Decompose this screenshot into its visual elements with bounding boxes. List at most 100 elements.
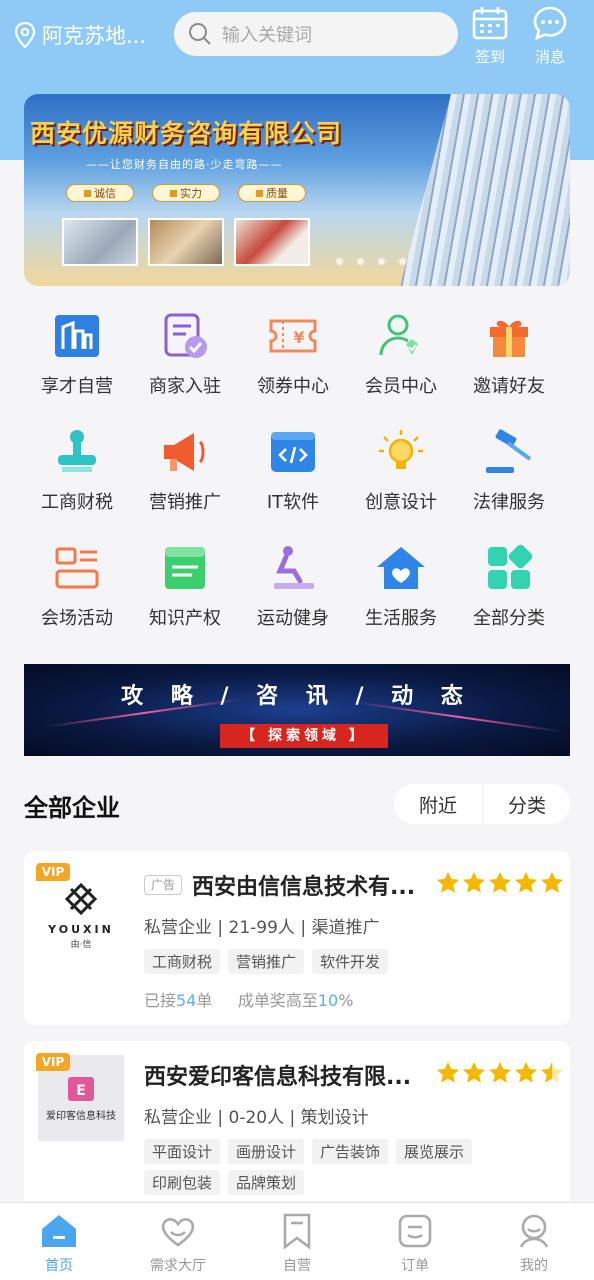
banner-building-image <box>400 94 570 286</box>
category-label: 领券中心 <box>257 376 329 397</box>
star-icon <box>489 1062 511 1083</box>
category-item[interactable]: 创意设计 <box>347 424 455 514</box>
company-name: 西安爱印客信息科技有限... <box>144 1065 412 1090</box>
filter-category-button[interactable]: 分类 <box>484 784 570 824</box>
service-tags: 工商财税 营销推广 软件开发 <box>144 949 554 974</box>
promo-explore-button[interactable]: 【 探索领域 】 <box>220 724 388 748</box>
banner-pill: 实力 <box>152 184 220 202</box>
order-stats: 已接54单 成单奖高至10% <box>144 987 353 1011</box>
company-meta: 私营企业 | 0-20人 | 策划设计 <box>144 1108 369 1128</box>
company-name: 西安由信信息技术有... <box>192 875 416 900</box>
category-label: 享才自营 <box>41 376 113 397</box>
service-tag: 平面设计 <box>144 1139 221 1164</box>
tab-profile[interactable]: 我的 <box>489 1211 579 1275</box>
category-item[interactable]: 会场活动 <box>23 540 131 630</box>
location-pin-icon <box>14 22 36 48</box>
category-item[interactable]: 知识产权 <box>131 540 239 630</box>
checkin-button[interactable]: 签到 <box>466 6 514 67</box>
tab-self-operated[interactable]: 自营 <box>252 1211 342 1275</box>
carousel-indicator <box>336 258 406 265</box>
bulb-icon <box>373 424 429 480</box>
category-label: 知识产权 <box>149 608 221 629</box>
rating-stars <box>436 1061 564 1085</box>
company-logo-text: YOUXIN <box>48 923 114 936</box>
category-item[interactable]: 商家入驻 <box>131 308 239 398</box>
vip-badge: VIP <box>36 863 70 881</box>
category-label: 法律服务 <box>473 492 545 513</box>
tab-demand-hall[interactable]: 需求大厅 <box>133 1211 223 1275</box>
carousel-dot[interactable] <box>399 258 406 265</box>
category-item[interactable]: 运动健身 <box>239 540 347 630</box>
star-icon <box>437 1062 459 1083</box>
service-tags: 平面设计 画册设计 广告装饰 展览展示 印刷包装 品牌策划 <box>144 1139 554 1195</box>
order-icon <box>370 1211 460 1251</box>
company-card[interactable]: VIP E 爱印客信息科技 西安爱印客信息科技有限... 私营企业 | 0-20… <box>24 1041 570 1201</box>
category-item[interactable]: 营销推广 <box>131 424 239 514</box>
heart-hall-icon <box>133 1211 223 1251</box>
orders-prefix: 已接 <box>144 991 177 1010</box>
vip-badge: VIP <box>36 1053 70 1071</box>
carousel-dot[interactable] <box>357 258 364 265</box>
member-icon <box>373 308 429 364</box>
bottom-tab-bar: 首页 需求大厅 自营 订单 我的 <box>0 1202 594 1280</box>
category-item[interactable]: 生活服务 <box>347 540 455 630</box>
service-tag: 软件开发 <box>312 949 389 974</box>
filter-nearby-button[interactable]: 附近 <box>394 784 482 824</box>
category-label: 邀请好友 <box>473 376 545 397</box>
tab-label: 首页 <box>45 1258 73 1274</box>
service-tag: 工商财税 <box>144 949 221 974</box>
venue-icon <box>49 540 105 596</box>
orders-suffix: 单 <box>196 991 213 1010</box>
section-title: 全部企业 <box>24 794 120 822</box>
news-promo-banner[interactable]: 攻 略 / 咨 讯 / 动 态 【 探索领域 】 <box>24 664 570 756</box>
profile-icon <box>489 1211 579 1251</box>
category-item[interactable]: 全部分类 <box>455 540 563 630</box>
tab-label: 我的 <box>520 1258 548 1274</box>
search-placeholder: 输入关键词 <box>222 25 312 46</box>
location-text: 阿克苏地... <box>42 24 147 48</box>
form-check-icon <box>157 308 213 364</box>
bookmark-icon <box>252 1211 342 1251</box>
location-selector[interactable]: 阿克苏地... <box>14 20 146 50</box>
banner-title: 西安优源财务咨询有限公司 <box>30 119 343 148</box>
category-item[interactable]: 会员中心 <box>347 308 455 398</box>
category-item[interactable]: 法律服务 <box>455 424 563 514</box>
promo-banner-carousel[interactable]: 西安优源财务咨询有限公司 ——让您财务自由的路·少走弯路—— 诚信 实力 质量 <box>24 94 570 286</box>
company-logo-text: 爱印客信息科技 <box>46 1111 116 1122</box>
ad-tag: 广告 <box>144 875 182 895</box>
service-tag: 印刷包装 <box>144 1170 221 1195</box>
all-category-icon <box>481 540 537 596</box>
category-item[interactable]: 邀请好友 <box>455 308 563 398</box>
company-meta: 私营企业 | 21-99人 | 渠道推广 <box>144 918 380 938</box>
star-icon <box>515 872 537 893</box>
carousel-dot[interactable] <box>378 258 385 265</box>
message-button[interactable]: 消息 <box>526 6 574 67</box>
tab-label: 自营 <box>283 1258 311 1274</box>
star-icon <box>463 872 485 893</box>
banner-pill: 质量 <box>238 184 306 202</box>
search-icon <box>189 23 211 45</box>
category-item[interactable]: 工商财税 <box>23 424 131 514</box>
svg-text:E: E <box>76 1083 86 1099</box>
tab-home[interactable]: 首页 <box>14 1211 104 1275</box>
category-item[interactable]: IT软件 <box>239 424 347 514</box>
banner-pill: 诚信 <box>66 184 134 202</box>
search-input[interactable]: 输入关键词 <box>174 12 458 56</box>
category-label: 会员中心 <box>365 376 437 397</box>
house-model-photo <box>234 218 310 266</box>
fitness-icon <box>265 540 321 596</box>
company-card[interactable]: VIP YOUXIN 由·信 广告 西安由信信息技术有... 私营企业 | 21… <box>24 851 570 1025</box>
reward-suffix: % <box>338 991 354 1010</box>
calculator-photo <box>62 218 138 266</box>
tab-orders[interactable]: 订单 <box>370 1211 460 1275</box>
category-label: 生活服务 <box>365 608 437 629</box>
category-item[interactable]: ¥ 领券中心 <box>239 308 347 398</box>
service-tag: 营销推广 <box>228 949 305 974</box>
svg-text:¥: ¥ <box>293 328 304 347</box>
coins-photo <box>148 218 224 266</box>
category-label: 工商财税 <box>41 492 113 513</box>
category-item[interactable]: 享才自营 <box>23 308 131 398</box>
reward-prefix: 成单奖高至 <box>237 991 318 1010</box>
rating-stars <box>436 871 564 895</box>
carousel-dot[interactable] <box>336 258 343 265</box>
